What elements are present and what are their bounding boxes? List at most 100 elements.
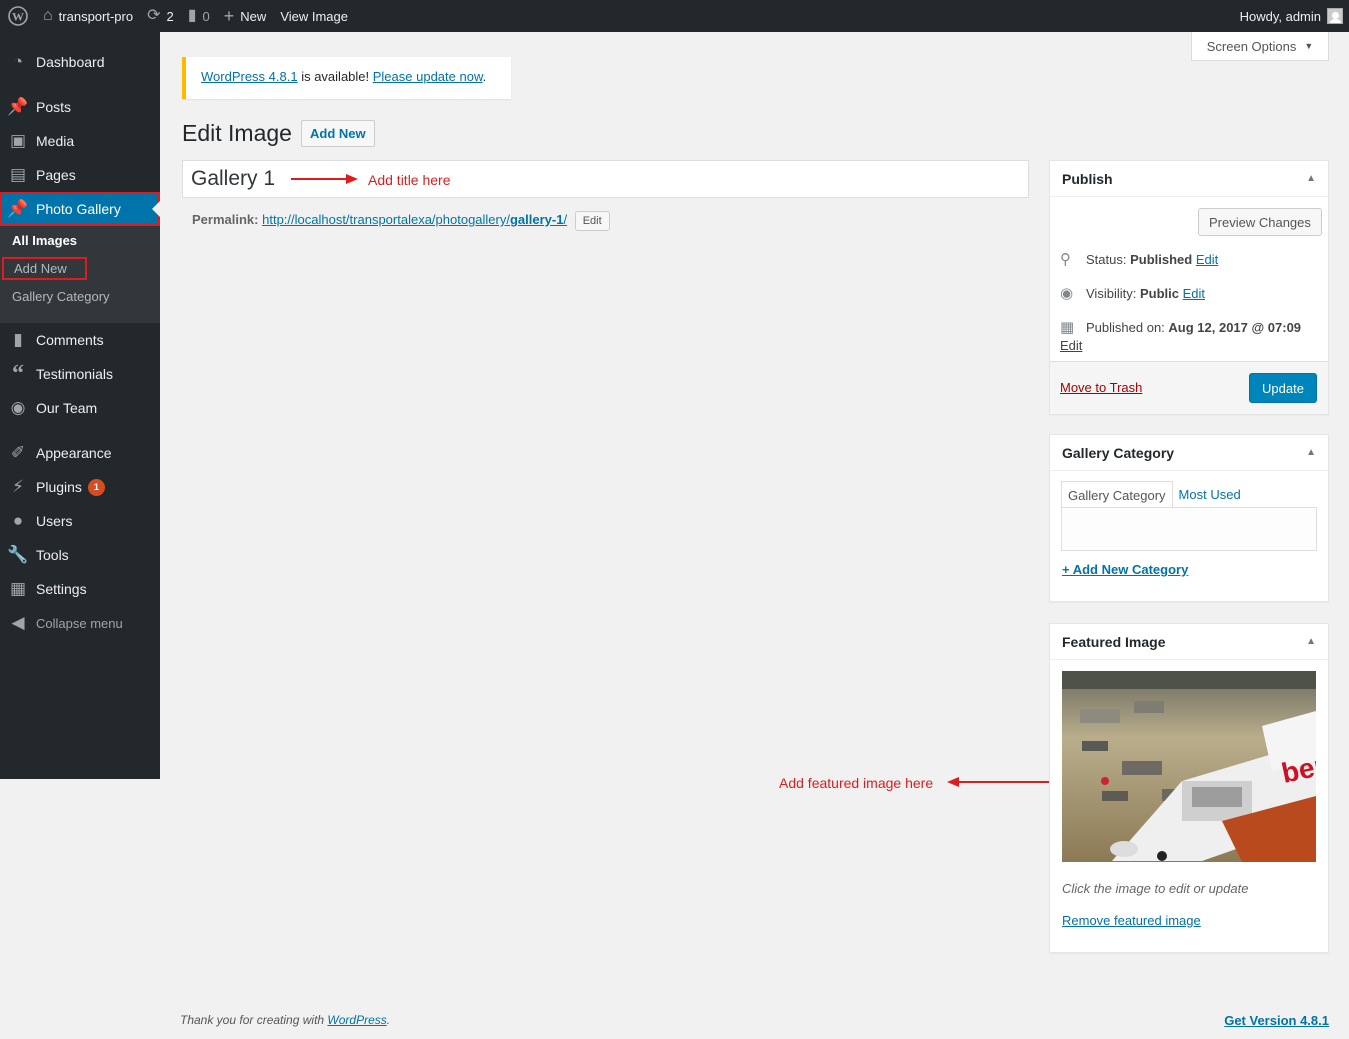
sidebar-item-users[interactable]: ● Users xyxy=(0,504,160,538)
sidebar-item-comments[interactable]: ▮ Comments xyxy=(0,323,160,357)
site-name-link[interactable]: ⌂ transport-pro xyxy=(36,0,140,32)
visibility-edit-link[interactable]: Edit xyxy=(1183,286,1205,301)
wordpress-logo-icon[interactable]: W xyxy=(0,0,36,32)
page-title: Edit Image xyxy=(182,120,292,146)
add-new-button[interactable]: Add New xyxy=(301,120,375,147)
submenu-add-new[interactable]: Add New xyxy=(2,257,87,280)
svg-text:W: W xyxy=(12,10,24,24)
refresh-icon: ⟳ xyxy=(147,7,161,24)
collapse-icon: ◀ xyxy=(11,613,25,632)
update-button[interactable]: Update xyxy=(1249,373,1317,403)
permalink-edit-button[interactable]: Edit xyxy=(574,211,610,231)
permalink-url[interactable]: http://localhost/transportalexa/photogal… xyxy=(262,212,567,227)
preview-changes-button[interactable]: Preview Changes xyxy=(1198,208,1322,236)
sidebar-item-photo-gallery[interactable]: 📌 Photo Gallery xyxy=(0,192,160,226)
sidebar-item-appearance[interactable]: ✐ Appearance xyxy=(0,436,160,470)
comment-icon: ▮ xyxy=(187,7,197,24)
calendar-icon: ▦ xyxy=(1060,319,1075,336)
plugins-update-badge: 1 xyxy=(87,478,105,496)
move-to-trash-link[interactable]: Move to Trash xyxy=(1060,380,1142,395)
featured-image-header[interactable]: Featured Image ▲ xyxy=(1050,624,1328,660)
submenu-gallery-category[interactable]: Gallery Category xyxy=(12,289,110,304)
submenu-all-images[interactable]: All Images xyxy=(12,233,77,248)
footer-wordpress-link[interactable]: WordPress xyxy=(327,1013,386,1027)
new-label: New xyxy=(240,8,267,24)
avatar xyxy=(1327,8,1343,24)
update-now-link[interactable]: Please update now xyxy=(373,69,483,84)
admin-sidebar: ◔ Dashboard 📌 Posts ▣ Media ▤ Pages 📌 Ph… xyxy=(0,32,160,779)
screen-options-button[interactable]: Screen Options ▼ xyxy=(1191,32,1329,61)
toggle-up-icon[interactable]: ▲ xyxy=(1306,636,1316,647)
footer-version-link[interactable]: Get Version 4.8.1 xyxy=(1224,1013,1329,1028)
sidebar-item-settings[interactable]: ▦ Settings xyxy=(0,572,160,606)
add-new-category-link[interactable]: + Add New Category xyxy=(1062,562,1188,577)
permalink-end: / xyxy=(563,212,568,227)
permalink-base: http://localhost/transportalexa/photogal… xyxy=(262,212,510,227)
group-icon: ◉ xyxy=(10,398,26,417)
comments-link[interactable]: ▮ 0 xyxy=(181,0,217,32)
notice-period: . xyxy=(482,69,487,84)
featured-image-hint: Click the image to edit or update xyxy=(1062,881,1249,896)
settings-icon: ▦ xyxy=(9,579,27,598)
permalink-label: Permalink: xyxy=(192,212,259,227)
screen-options-label: Screen Options xyxy=(1206,38,1297,54)
publish-box: Publish ▲ Preview Changes ⚲ Status: Publi… xyxy=(1049,160,1329,415)
sidebar-item-label: Pages xyxy=(36,167,76,183)
sidebar-item-plugins[interactable]: ⚡ Plugins 1 xyxy=(0,470,160,504)
featured-image-thumbnail[interactable]: berlin xyxy=(1062,671,1316,862)
comments-count: 0 xyxy=(202,8,210,24)
collapse-menu-button[interactable]: ◀ Collapse menu xyxy=(0,606,160,640)
footer-period: . xyxy=(386,1013,391,1027)
updates-count: 2 xyxy=(166,8,174,24)
status-edit-link[interactable]: Edit xyxy=(1196,252,1218,267)
sidebar-item-label: Plugins xyxy=(36,479,82,495)
publish-actions: Move to Trash Update xyxy=(1050,361,1328,414)
published-on-row: ▦ Published on: Aug 12, 2017 @ 07:09 xyxy=(1060,318,1301,336)
published-label: Published on: xyxy=(1086,319,1165,335)
sidebar-item-label: Settings xyxy=(36,581,87,597)
new-content-link[interactable]: + New xyxy=(217,0,274,32)
category-tabs: Gallery Category Most Used xyxy=(1061,481,1247,510)
featured-image-box: Featured Image ▲ berlin Click the image … xyxy=(1049,623,1329,953)
wordpress-version-link[interactable]: WordPress 4.8.1 xyxy=(201,69,298,84)
comment-icon: ▮ xyxy=(13,330,23,349)
visibility-value: Public xyxy=(1139,285,1179,301)
view-image-link[interactable]: View Image xyxy=(273,0,355,32)
footer-thanks: Thank you for creating with WordPress. xyxy=(180,1013,390,1027)
sidebar-item-label: Photo Gallery xyxy=(36,201,121,217)
remove-featured-image-link[interactable]: Remove featured image xyxy=(1062,913,1201,928)
sidebar-item-dashboard[interactable]: ◔ Dashboard xyxy=(0,45,160,79)
sidebar-item-posts[interactable]: 📌 Posts xyxy=(0,90,160,124)
sidebar-item-label: Appearance xyxy=(36,445,112,461)
published-edit-link[interactable]: Edit xyxy=(1060,338,1082,353)
toggle-up-icon[interactable]: ▲ xyxy=(1306,447,1316,458)
pin-icon: 📌 xyxy=(7,199,29,218)
update-notice: WordPress 4.8.1 is available! Please upd… xyxy=(182,57,511,99)
sidebar-item-tools[interactable]: 🔧 Tools xyxy=(0,538,160,572)
publish-box-header[interactable]: Publish ▲ xyxy=(1050,161,1328,197)
sidebar-item-label: Posts xyxy=(36,99,72,115)
plugin-icon: ⚡ xyxy=(12,477,24,496)
admin-bar: W ⌂ transport-pro ⟳ 2 ▮ 0 + New View Ima… xyxy=(0,0,1349,32)
plus-icon: + xyxy=(223,6,235,26)
tab-all-categories[interactable]: Gallery Category xyxy=(1061,481,1173,510)
featured-image-title: Featured Image xyxy=(1062,633,1166,650)
gallery-category-header[interactable]: Gallery Category ▲ xyxy=(1050,435,1328,471)
my-account-link[interactable]: Howdy, admin xyxy=(1233,0,1349,32)
sidebar-item-label: Dashboard xyxy=(36,54,105,70)
sidebar-item-testimonials[interactable]: “ Testimonials xyxy=(0,357,160,391)
sidebar-item-our-team[interactable]: ◉ Our Team xyxy=(0,391,160,425)
annotation-title: Add title here xyxy=(368,172,451,188)
gallery-category-box: Gallery Category ▲ Gallery Category Most … xyxy=(1049,434,1329,602)
home-icon: ⌂ xyxy=(43,7,53,24)
permalink-row: Permalink: http://localhost/transportale… xyxy=(192,211,610,231)
sidebar-item-media[interactable]: ▣ Media xyxy=(0,124,160,158)
tab-most-used[interactable]: Most Used xyxy=(1173,481,1247,510)
published-value: Aug 12, 2017 @ 07:09 xyxy=(1168,319,1302,335)
category-list-panel xyxy=(1061,507,1317,551)
photo-gallery-submenu: All Images Add New Gallery Category xyxy=(0,226,160,323)
updates-link[interactable]: ⟳ 2 xyxy=(140,0,181,32)
toggle-up-icon[interactable]: ▲ xyxy=(1306,173,1316,184)
sidebar-item-pages[interactable]: ▤ Pages xyxy=(0,158,160,192)
sidebar-item-label: Media xyxy=(36,133,75,149)
